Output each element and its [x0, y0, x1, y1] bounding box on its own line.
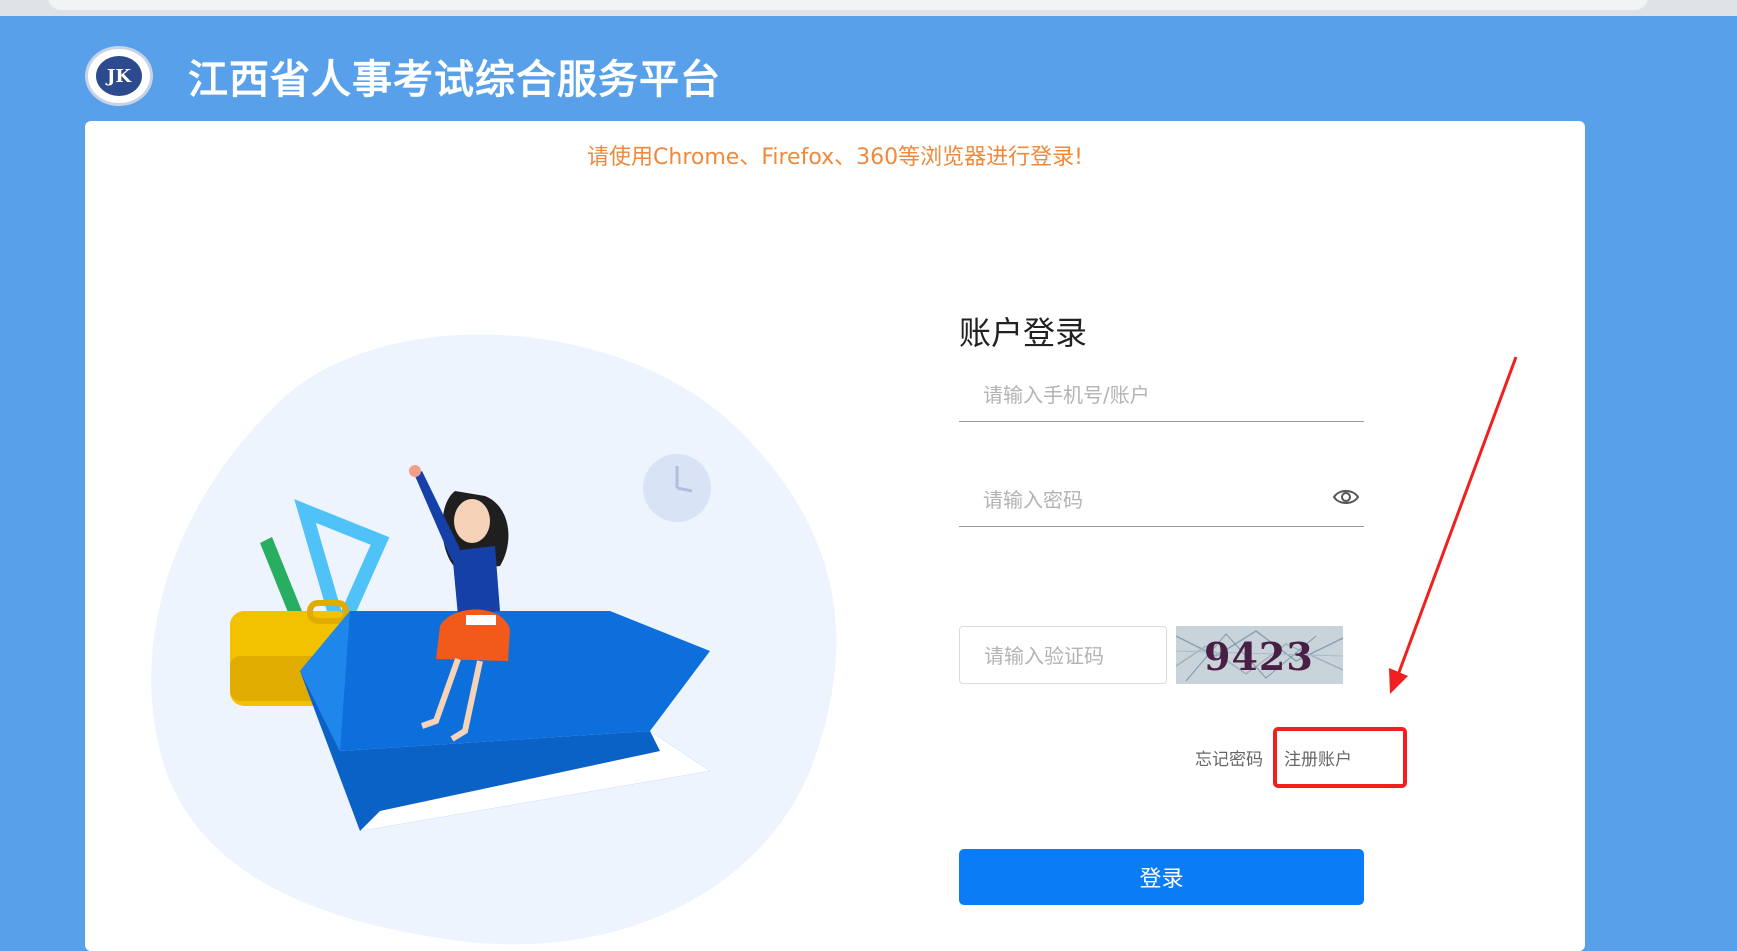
login-card: 请使用Chrome、Firefox、360等浏览器进行登录! 账户登录 请输入手… [85, 121, 1585, 951]
browser-tip: 请使用Chrome、Firefox、360等浏览器进行登录! [587, 145, 1083, 170]
register-link[interactable]: 注册账户 [1284, 745, 1352, 770]
site-title: 江西省人事考试综合服务平台 [188, 57, 721, 103]
logo-text: JK [96, 56, 142, 96]
captcha-input[interactable] [982, 637, 1156, 675]
password-field [959, 474, 1364, 527]
eye-icon[interactable] [1332, 486, 1360, 508]
captcha-field [959, 626, 1167, 684]
address-bar[interactable] [48, 0, 1648, 10]
window-edge [1727, 0, 1737, 16]
auth-links: 忘记密码 注册账户 [1195, 745, 1352, 770]
captcha-code: 9423 [1204, 634, 1314, 679]
seal-logo-icon: JK [85, 46, 153, 106]
link-divider [1273, 748, 1274, 767]
login-button[interactable]: 登录 [959, 849, 1364, 905]
password-input[interactable] [981, 480, 1325, 520]
login-title: 账户登录 [959, 314, 1088, 352]
captcha-image[interactable]: 9423 [1176, 626, 1343, 684]
browser-toolbar [0, 0, 1737, 16]
site-header: JK 江西省人事考试综合服务平台 [85, 44, 721, 108]
account-field [959, 369, 1364, 422]
illustration [151, 334, 837, 945]
account-input[interactable] [981, 375, 1325, 415]
forgot-password-link[interactable]: 忘记密码 [1195, 745, 1263, 770]
